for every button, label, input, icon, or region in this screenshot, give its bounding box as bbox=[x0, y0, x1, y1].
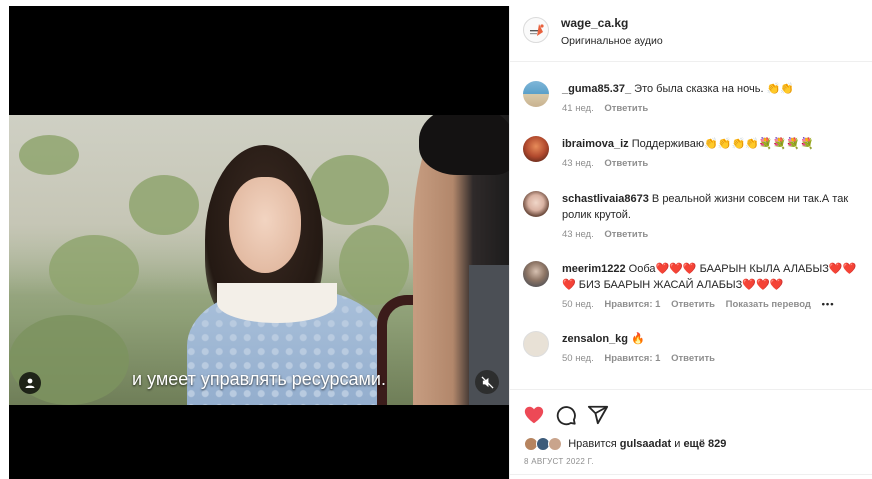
author-avatar[interactable] bbox=[523, 17, 549, 43]
comment-time[interactable]: 41 нед. bbox=[562, 103, 594, 114]
comment-username[interactable]: ibraimova_iz bbox=[562, 138, 629, 150]
comment-body: 🔥 bbox=[631, 333, 645, 345]
post-panel: wage_ca.kg Оригинальное аудио _guma85.37… bbox=[509, 6, 872, 479]
comment-username[interactable]: meerim1222 bbox=[562, 263, 626, 275]
reply-button[interactable]: Ответить bbox=[604, 103, 648, 114]
divider bbox=[510, 474, 872, 475]
avatar[interactable] bbox=[523, 261, 549, 287]
comment-meta: 41 нед. Ответить bbox=[562, 103, 656, 114]
more-horizontal-icon[interactable]: ••• bbox=[822, 299, 835, 310]
video-player[interactable]: и умеет управлять ресурсами. bbox=[9, 6, 509, 479]
comment-likes[interactable]: Нравится: 1 bbox=[604, 353, 660, 364]
reply-button[interactable]: Ответить bbox=[671, 353, 715, 364]
liker-avatars bbox=[524, 437, 563, 451]
author-username[interactable]: wage_ca.kg bbox=[561, 16, 628, 30]
comment-text: ibraimova_iz Поддерживаю👏👏👏👏💐💐💐💐 bbox=[562, 136, 862, 152]
dress-collar bbox=[217, 283, 337, 323]
muted-speaker-icon bbox=[480, 375, 494, 389]
liker-username[interactable]: gulsaadat bbox=[620, 438, 671, 450]
likes-summary: Нравится gulsaadat и ещё 829 bbox=[524, 437, 726, 451]
comment-text: meerim1222 Ооба❤️❤️❤️ БААРЫН КЫЛА АЛАБЫЗ… bbox=[562, 261, 862, 293]
foliage bbox=[49, 235, 139, 305]
post-date[interactable]: 8 АВГУСТ 2022 Г. bbox=[524, 457, 594, 466]
avatar[interactable] bbox=[523, 81, 549, 107]
avatar[interactable] bbox=[523, 136, 549, 162]
comment-username[interactable]: zensalon_kg bbox=[562, 333, 628, 345]
mute-button[interactable] bbox=[475, 370, 499, 394]
comment-time[interactable]: 43 нед. bbox=[562, 229, 594, 240]
foliage bbox=[19, 135, 79, 175]
logo-icon bbox=[530, 24, 544, 36]
comment-likes[interactable]: Нравится: 1 bbox=[604, 299, 660, 310]
reply-button[interactable]: Ответить bbox=[604, 229, 648, 240]
video-frame[interactable] bbox=[9, 115, 509, 405]
comment-body: Это была сказка на ночь. 👏👏 bbox=[634, 83, 794, 95]
likes-prefix: Нравится bbox=[568, 437, 617, 450]
comment-username[interactable]: schastlivaia8673 bbox=[562, 193, 649, 205]
foliage bbox=[129, 175, 199, 235]
comment-body: Поддерживаю👏👏👏👏💐💐💐💐 bbox=[631, 138, 814, 150]
user-icon bbox=[25, 378, 35, 388]
likes-conjunction: и bbox=[674, 437, 681, 450]
comment-meta: 50 нед. Нравится: 1 Ответить bbox=[562, 353, 723, 364]
video-subtitle: и умеет управлять ресурсами. bbox=[132, 369, 386, 389]
man-hair bbox=[419, 115, 509, 175]
reply-button[interactable]: Ответить bbox=[604, 158, 648, 169]
post-header: wage_ca.kg Оригинальное аудио bbox=[510, 6, 872, 62]
likes-count[interactable]: ещё 829 bbox=[683, 438, 726, 450]
show-translation-button[interactable]: Показать перевод bbox=[726, 299, 811, 310]
avatar bbox=[548, 437, 563, 451]
post-actions: Нравится gulsaadat и ещё 829 8 АВГУСТ 20… bbox=[510, 389, 872, 479]
comment-meta: 50 нед. Нравится: 1 Ответить Показать пе… bbox=[562, 299, 843, 310]
comment-username[interactable]: _guma85.37_ bbox=[562, 83, 631, 95]
avatar[interactable] bbox=[523, 191, 549, 217]
heart-icon[interactable] bbox=[523, 404, 545, 426]
tagged-users-button[interactable] bbox=[19, 372, 41, 394]
woman-face bbox=[229, 177, 301, 273]
comment-time[interactable]: 50 нед. bbox=[562, 299, 594, 310]
audio-link[interactable]: Оригинальное аудио bbox=[561, 35, 663, 47]
comment-text: _guma85.37_ Это была сказка на ночь. 👏👏 bbox=[562, 81, 862, 97]
comment-time[interactable]: 50 нед. bbox=[562, 353, 594, 364]
comment-time[interactable]: 43 нед. bbox=[562, 158, 594, 169]
comment-text: zensalon_kg 🔥 bbox=[562, 331, 862, 347]
share-icon[interactable] bbox=[587, 404, 609, 426]
foliage bbox=[339, 225, 409, 305]
avatar[interactable] bbox=[523, 331, 549, 357]
comment-meta: 43 нед. Ответить bbox=[562, 158, 656, 169]
comment-text: schastlivaia8673 В реальной жизни совсем… bbox=[562, 191, 862, 223]
comment-icon[interactable] bbox=[555, 404, 577, 426]
reply-button[interactable]: Ответить bbox=[671, 299, 715, 310]
comment-meta: 43 нед. Ответить bbox=[562, 229, 656, 240]
